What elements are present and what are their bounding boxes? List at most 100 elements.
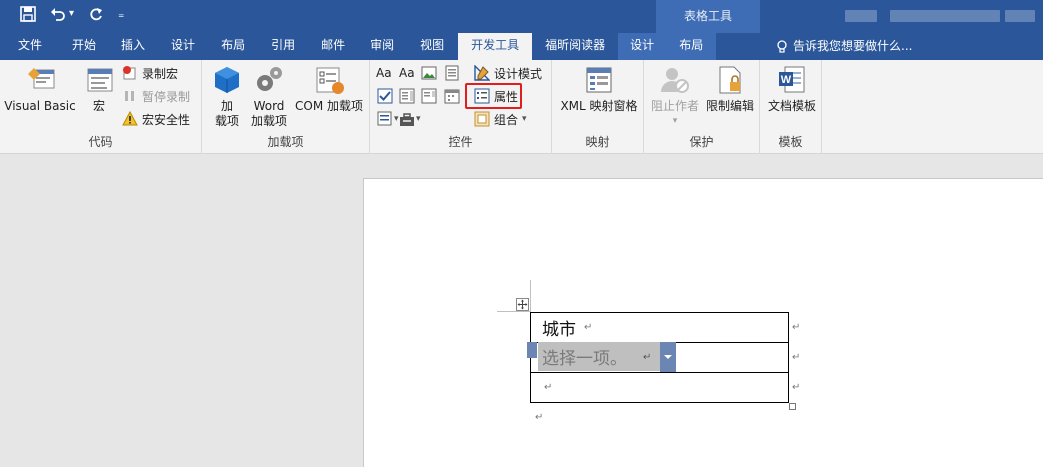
account-blur xyxy=(890,10,1000,22)
macros-icon xyxy=(87,68,113,92)
checkbox-control-icon[interactable] xyxy=(377,88,393,104)
tab-layout[interactable]: 布局 xyxy=(208,33,258,60)
block-authors-dropdown-icon: ▾ xyxy=(672,116,678,126)
macros-label: 宏 xyxy=(92,99,105,113)
group-protect: 阻止作者 ▾ 限制编辑 保护 xyxy=(644,60,760,154)
group-dropdown-icon: ▾ xyxy=(522,114,527,124)
group-label-controls: 控件 xyxy=(448,135,473,149)
tab-view[interactable]: 视图 xyxy=(406,33,458,60)
save-icon[interactable] xyxy=(20,6,36,22)
com-addins-icon xyxy=(316,67,344,94)
gears-icon xyxy=(257,67,282,91)
row-end-mark: ↵ xyxy=(792,322,801,333)
title-bar: ▾ ₌ 表格工具 xyxy=(0,0,1043,33)
record-macro-button[interactable]: 录制宏 xyxy=(122,63,178,83)
block-authors-icon xyxy=(661,68,689,93)
restrict-editing-button[interactable]: 限制编辑 xyxy=(702,64,758,114)
record-macro-icon xyxy=(123,66,136,80)
margin-guide xyxy=(530,280,531,312)
macro-security-label: 宏安全性 xyxy=(142,112,191,127)
addins-cube-icon xyxy=(215,67,239,93)
rich-text-control-icon[interactable]: Aa xyxy=(376,65,392,81)
tab-mailings[interactable]: 邮件 xyxy=(308,33,358,60)
macro-security-button[interactable]: 宏安全性 xyxy=(122,109,190,129)
tab-home[interactable]: 开始 xyxy=(60,33,108,60)
cell-end-mark: ↵ xyxy=(643,352,652,363)
tab-table-layout[interactable]: 布局 xyxy=(666,33,717,60)
group-code: Visual Basic 宏 录制宏 暂停录制 宏安全性 代码 xyxy=(0,60,202,154)
developer-ribbon: Visual Basic 宏 录制宏 暂停录制 宏安全性 代码 加 载项 Wor… xyxy=(0,60,1043,154)
design-mode-icon xyxy=(474,65,490,81)
visual-basic-button[interactable]: Visual Basic xyxy=(4,64,76,114)
design-mode-button[interactable]: 设计模式 xyxy=(474,63,542,83)
table-resize-handle[interactable] xyxy=(789,403,796,410)
word-addins-label-line1: Word xyxy=(253,99,285,113)
addins-button[interactable]: 加 载项 xyxy=(210,64,244,129)
margin-guide xyxy=(497,311,530,312)
chevron-down-icon xyxy=(664,355,672,359)
word-template-icon: W xyxy=(779,66,805,93)
tell-me-text: 告诉我您想要做什么... xyxy=(793,39,913,53)
cell-end-mark: ↵ xyxy=(544,382,553,393)
group-addins: 加 载项 Word 加载项 COM 加载项 加载项 xyxy=(202,60,370,154)
xml-mapping-pane-label: XML 映射窗格 xyxy=(560,99,638,113)
content-control-tab[interactable] xyxy=(527,342,537,358)
xml-mapping-icon xyxy=(586,67,612,93)
account-blur xyxy=(845,10,877,22)
table-move-handle-icon[interactable] xyxy=(516,298,529,311)
dropdown-list-control-icon[interactable] xyxy=(421,88,437,104)
group-button[interactable]: 组合 ▾ xyxy=(474,109,527,129)
dropdown-arrow-icon[interactable]: ▾ xyxy=(416,111,427,127)
city-cell-text[interactable]: 城市 xyxy=(542,315,576,340)
tab-file[interactable]: 文件 xyxy=(0,33,60,60)
repeating-section-control-icon[interactable] xyxy=(377,111,393,127)
tell-me-search[interactable]: 告诉我您想要做什么... xyxy=(776,33,912,60)
dropdown-arrow-button[interactable] xyxy=(660,342,676,372)
xml-mapping-pane-button[interactable]: XML 映射窗格 xyxy=(556,64,642,114)
row-end-mark: ↵ xyxy=(792,352,801,363)
com-addins-label: COM 加载项 xyxy=(295,99,363,113)
group-label-protect: 保护 xyxy=(689,135,714,149)
group-label-mapping: 映射 xyxy=(585,135,610,149)
word-addins-button[interactable]: Word 加载项 xyxy=(248,64,290,129)
building-block-control-icon[interactable] xyxy=(444,65,460,81)
plain-text-control-icon[interactable]: Aa xyxy=(399,65,415,81)
undo-button[interactable]: ▾ xyxy=(50,4,74,24)
group-label-templates: 模板 xyxy=(778,135,803,149)
restrict-editing-icon xyxy=(719,66,741,94)
combo-box-control-icon[interactable] xyxy=(399,88,415,104)
group-label: 组合 xyxy=(494,112,519,127)
dropdown-placeholder-text[interactable]: 选择一项。 xyxy=(542,344,627,369)
undo-icon xyxy=(51,8,65,21)
block-authors-label: 阻止作者 xyxy=(650,99,699,113)
date-picker-control-icon[interactable] xyxy=(444,88,460,104)
table-row-empty[interactable] xyxy=(530,372,789,403)
svg-text:W: W xyxy=(781,74,792,86)
redo-icon[interactable] xyxy=(88,6,104,22)
addins-label-line1: 加 xyxy=(220,99,233,113)
group-mapping: XML 映射窗格 映射 xyxy=(552,60,644,154)
document-template-button[interactable]: W 文档模板 xyxy=(762,64,822,114)
block-authors-button[interactable]: 阻止作者 ▾ xyxy=(648,64,702,129)
tab-review[interactable]: 审阅 xyxy=(358,33,406,60)
tab-references[interactable]: 引用 xyxy=(258,33,308,60)
pause-recording-button[interactable]: 暂停录制 xyxy=(122,86,190,106)
group-label-code: 代码 xyxy=(88,135,113,149)
com-addins-button[interactable]: COM 加载项 xyxy=(292,64,366,114)
group-controls: Aa Aa ▾ ▾ 设计模式 属性 组合 ▾ 控件 xyxy=(370,60,552,154)
tab-design[interactable]: 设计 xyxy=(158,33,208,60)
tab-developer[interactable]: 开发工具 xyxy=(458,33,533,60)
lightbulb-icon xyxy=(777,39,787,53)
word-addins-label-line2: 加载项 xyxy=(250,114,287,128)
addins-label-line2: 载项 xyxy=(214,114,239,128)
macros-button[interactable]: 宏 xyxy=(80,64,118,114)
table-tools-context-label: 表格工具 xyxy=(656,0,760,33)
tab-foxit-reader[interactable]: 福昕阅读器 xyxy=(532,33,618,60)
properties-highlight-box xyxy=(465,83,522,109)
undo-dropdown-icon[interactable]: ▾ xyxy=(69,4,74,24)
tab-table-design[interactable]: 设计 xyxy=(618,33,667,60)
legacy-tools-icon[interactable] xyxy=(399,111,415,127)
picture-control-icon[interactable] xyxy=(421,65,437,81)
customize-qat-icon[interactable]: ₌ xyxy=(118,4,124,24)
tab-insert[interactable]: 插入 xyxy=(108,33,158,60)
